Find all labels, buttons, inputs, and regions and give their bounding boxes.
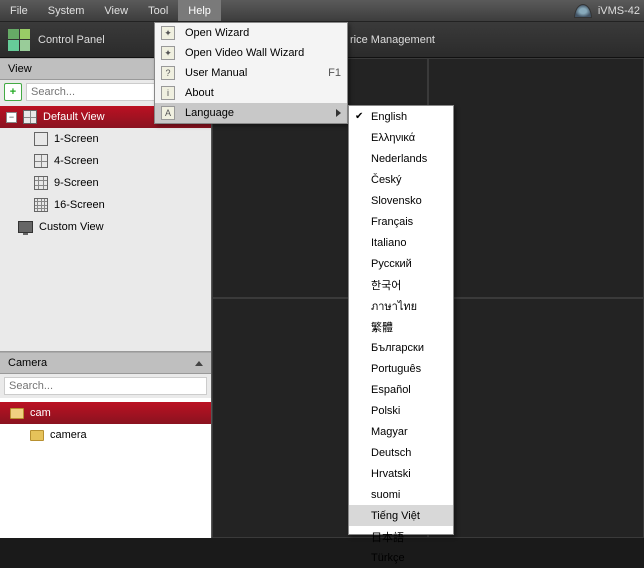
language-option[interactable]: English <box>349 106 453 127</box>
menu-label: User Manual <box>185 67 320 79</box>
grid-4-icon <box>34 154 48 168</box>
chevron-right-icon <box>336 109 341 117</box>
language-option[interactable]: Slovensko <box>349 190 453 211</box>
tree-label: 4-Screen <box>54 155 99 167</box>
folder-open-icon <box>10 408 24 419</box>
grid-9-icon <box>34 176 48 190</box>
tree-label: 1-Screen <box>54 133 99 145</box>
menu-user-manual[interactable]: ? User Manual F1 <box>155 63 347 83</box>
brand: iVMS-42 <box>574 4 640 18</box>
tree-label: 9-Screen <box>54 177 99 189</box>
menu-label: Open Video Wall Wizard <box>185 47 341 59</box>
language-option[interactable]: Polski <box>349 400 453 421</box>
menu-file[interactable]: File <box>0 0 38 21</box>
language-option[interactable]: Nederlands <box>349 148 453 169</box>
camera-item-cam[interactable]: cam <box>0 402 211 424</box>
camera-search-input[interactable] <box>4 377 207 395</box>
language-option[interactable]: ภาษาไทย <box>349 295 453 316</box>
language-option[interactable]: 日本語 <box>349 526 453 547</box>
menu-tool[interactable]: Tool <box>138 0 178 21</box>
tree-1-screen[interactable]: 1-Screen <box>0 128 211 150</box>
help-icon: ? <box>161 66 175 80</box>
menu-language[interactable]: A Language <box>155 103 347 123</box>
about-icon: i <box>161 86 175 100</box>
language-option[interactable]: Português <box>349 358 453 379</box>
menu-help[interactable]: Help <box>178 0 221 21</box>
menu-open-wizard[interactable]: ✦ Open Wizard <box>155 23 347 43</box>
camera-tree: cam camera <box>0 398 211 538</box>
camera-panel-header[interactable]: Camera <box>0 352 211 374</box>
device-management-button[interactable]: rice Management <box>350 34 435 46</box>
menu-label: Open Wizard <box>185 27 341 39</box>
language-option[interactable]: Hrvatski <box>349 463 453 484</box>
language-option[interactable]: Magyar <box>349 421 453 442</box>
camera-item-camera[interactable]: camera <box>0 424 211 446</box>
language-option[interactable]: Español <box>349 379 453 400</box>
chevron-up-icon <box>195 361 203 366</box>
left-sidebar: View + − Default View 1-Screen 4-Screen … <box>0 58 212 538</box>
language-icon: A <box>161 106 175 120</box>
menu-label: Language <box>185 107 328 119</box>
menu-open-video-wall-wizard[interactable]: ✦ Open Video Wall Wizard <box>155 43 347 63</box>
video-cell[interactable] <box>428 298 644 538</box>
wizard-icon: ✦ <box>161 26 175 40</box>
collapse-icon[interactable]: − <box>6 112 17 123</box>
language-option[interactable]: Français <box>349 211 453 232</box>
grid-1-icon <box>34 132 48 146</box>
tree-custom-view[interactable]: Custom View <box>0 216 211 238</box>
camera-icon <box>574 4 592 18</box>
control-panel-button[interactable]: Control Panel <box>38 34 105 46</box>
brand-label: iVMS-42 <box>598 5 640 17</box>
language-option[interactable]: Türkçe <box>349 547 453 568</box>
language-option[interactable]: suomi <box>349 484 453 505</box>
language-option[interactable]: Русский <box>349 253 453 274</box>
language-option[interactable]: Český <box>349 169 453 190</box>
menu-label: About <box>185 87 341 99</box>
add-view-button[interactable]: + <box>4 83 22 101</box>
menu-about[interactable]: i About <box>155 83 347 103</box>
menubar: File System View Tool Help iVMS-42 <box>0 0 644 22</box>
tree-4-screen[interactable]: 4-Screen <box>0 150 211 172</box>
language-option[interactable]: 繁體 <box>349 316 453 337</box>
tree-9-screen[interactable]: 9-Screen <box>0 172 211 194</box>
folder-icon <box>30 430 44 441</box>
language-option[interactable]: Ελληνικά <box>349 127 453 148</box>
tree-16-screen[interactable]: 16-Screen <box>0 194 211 216</box>
language-option[interactable]: Deutsch <box>349 442 453 463</box>
view-tree: − Default View 1-Screen 4-Screen 9-Scree… <box>0 104 211 351</box>
control-panel-icon <box>8 29 30 51</box>
camera-label: camera <box>50 429 87 441</box>
help-dropdown: ✦ Open Wizard ✦ Open Video Wall Wizard ?… <box>154 22 348 124</box>
language-option[interactable]: Български <box>349 337 453 358</box>
grid-16-icon <box>34 198 48 212</box>
monitor-icon <box>18 221 33 233</box>
tree-label: Default View <box>43 111 105 123</box>
grid-icon <box>23 110 37 124</box>
menu-shortcut: F1 <box>328 67 341 79</box>
wizard-icon: ✦ <box>161 46 175 60</box>
menu-system[interactable]: System <box>38 0 95 21</box>
video-cell[interactable] <box>428 58 644 298</box>
tree-label: 16-Screen <box>54 199 105 211</box>
view-panel-title: View <box>8 63 32 75</box>
language-option[interactable]: Italiano <box>349 232 453 253</box>
language-option[interactable]: 한국어 <box>349 274 453 295</box>
camera-panel-title: Camera <box>8 357 47 369</box>
camera-label: cam <box>30 407 51 419</box>
menu-view[interactable]: View <box>94 0 138 21</box>
tree-label: Custom View <box>39 221 104 233</box>
language-submenu: EnglishΕλληνικάNederlandsČeskýSlovenskoF… <box>348 105 454 535</box>
language-option[interactable]: Tiếng Việt <box>349 505 453 526</box>
